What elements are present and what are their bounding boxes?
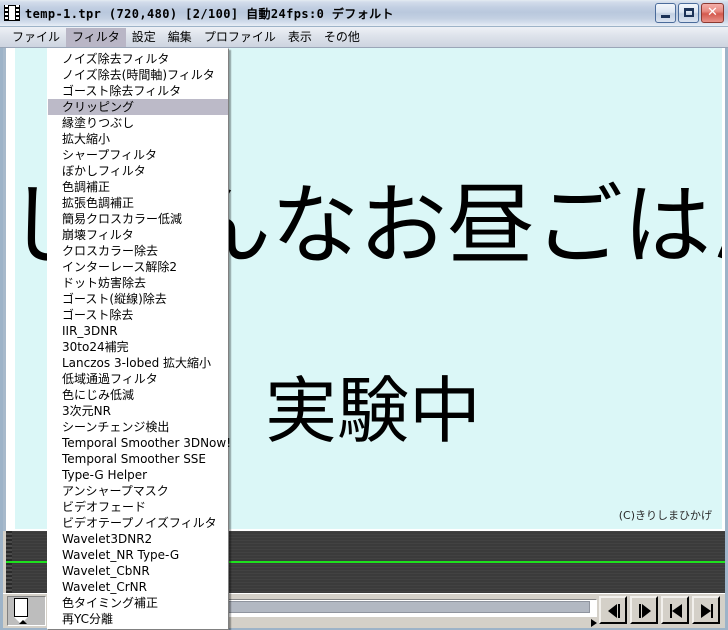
video-text-line-2: 実験中 (265, 369, 482, 453)
next-frame-button[interactable] (630, 596, 658, 624)
filter-menu-item-30[interactable]: Wavelet3DNR2 (48, 531, 228, 547)
jump-end-icon (701, 604, 713, 618)
slider-thumb[interactable] (14, 598, 28, 624)
application-window: temp-1.tpr (720,480) [2/100] 自動24fps:0 デ… (0, 0, 728, 630)
filter-menu-item-26[interactable]: Type-G Helper (48, 467, 228, 483)
filter-menu-item-32[interactable]: Wavelet_CbNR (48, 563, 228, 579)
filter-menu-item-7[interactable]: ぼかしフィルタ (48, 163, 228, 179)
minimize-icon (661, 15, 670, 18)
film-strip-icon (4, 5, 20, 21)
prev-frame-button[interactable] (599, 596, 627, 624)
timeline-end-arrow-icon (591, 619, 597, 627)
filter-menu-item-23[interactable]: シーンチェンジ検出 (48, 419, 228, 435)
minimize-button[interactable] (655, 3, 676, 23)
maximize-icon (684, 8, 694, 17)
filter-menu-item-1[interactable]: ノイズ除去(時間軸)フィルタ (48, 67, 228, 83)
filter-menu-item-21[interactable]: 色にじみ低減 (48, 387, 228, 403)
filter-menu-item-5[interactable]: 拡大縮小 (48, 131, 228, 147)
maximize-button[interactable] (678, 3, 699, 23)
filter-menu-item-9[interactable]: 拡張色調補正 (48, 195, 228, 211)
filter-menu-item-10[interactable]: 簡易クロスカラー低減 (48, 211, 228, 227)
filter-dropdown-menu[interactable]: ノイズ除去フィルタ ノイズ除去(時間軸)フィルタ ゴースト除去フィルタ クリッピング縁… (47, 48, 231, 630)
filter-menu-item-18[interactable]: 30to24補完 (48, 339, 228, 355)
filter-menu-item-29[interactable]: ビデオテープノイズフィルタ (48, 515, 228, 531)
filter-menu-item-22[interactable]: 3次元NR (48, 403, 228, 419)
filter-menu-item-34[interactable]: 色タイミング補正 (48, 595, 228, 611)
filter-menu-item-35[interactable]: 再YC分離 (48, 611, 228, 627)
filter-menu-item-28[interactable]: ビデオフェード (48, 499, 228, 515)
jump-start-button[interactable] (661, 596, 689, 624)
filter-menu-item-12[interactable]: クロスカラー除去 (48, 243, 228, 259)
prev-frame-icon (608, 604, 620, 618)
filter-menu-item-6[interactable]: シャープフィルタ (48, 147, 228, 163)
filter-menu-item-15[interactable]: ゴースト(縦線)除去 (48, 291, 228, 307)
menubar-item-5[interactable]: 表示 (282, 28, 318, 47)
title-bar[interactable]: temp-1.tpr (720,480) [2/100] 自動24fps:0 デ… (0, 0, 728, 27)
slider-tick-icon (19, 620, 27, 624)
menu-bar: ファイル フィルタ 設定 編集 プロファイル 表示 その他 (0, 27, 728, 48)
menubar-item-2[interactable]: 設定 (126, 28, 162, 47)
close-icon: ✕ (707, 5, 718, 20)
filter-menu-item-25[interactable]: Temporal Smoother SSE (48, 451, 228, 467)
next-frame-icon (639, 604, 651, 618)
filter-menu-item-8[interactable]: 色調補正 (48, 179, 228, 195)
menubar-item-3[interactable]: 編集 (162, 28, 198, 47)
window-title: temp-1.tpr (720,480) [2/100] 自動24fps:0 デ… (25, 6, 394, 21)
menubar-item-1[interactable]: フィルタ (66, 27, 126, 47)
filter-menu-item-0[interactable]: ノイズ除去フィルタ (48, 51, 228, 67)
filter-menu-item-33[interactable]: Wavelet_CrNR (48, 579, 228, 595)
filter-menu-item-14[interactable]: ドット妨害除去 (48, 275, 228, 291)
menubar-item-6[interactable]: その他 (318, 28, 366, 47)
filter-menu-item-19[interactable]: Lanczos 3-lobed 拡大縮小 (48, 355, 228, 371)
filter-menu-item-27[interactable]: アンシャープマスク (48, 483, 228, 499)
jump-end-button[interactable] (692, 596, 720, 624)
window-controls: ✕ (655, 3, 724, 23)
video-credit-text: (C)きりしまひかげ (618, 509, 712, 522)
filter-menu-item-16[interactable]: ゴースト除去 (48, 307, 228, 323)
filter-menu-item-4[interactable]: 縁塗りつぶし (48, 115, 228, 131)
filter-menu-item-20[interactable]: 低域通過フィルタ (48, 371, 228, 387)
filter-menu-item-31[interactable]: Wavelet_NR Type-G (48, 547, 228, 563)
filter-menu-item-13[interactable]: インターレース解除2 (48, 259, 228, 275)
menubar-item-4[interactable]: プロファイル (198, 28, 282, 47)
menubar-item-0[interactable]: ファイル (6, 28, 66, 47)
filter-menu-item-24[interactable]: Temporal Smoother 3DNow! (48, 435, 231, 451)
jump-start-icon (670, 604, 682, 618)
filter-menu-item-17[interactable]: IIR_3DNR (48, 323, 228, 339)
transport-controls (599, 596, 720, 624)
frame-position-slider[interactable] (7, 596, 46, 626)
filter-menu-item-3[interactable]: クリッピング (48, 99, 228, 115)
filter-menu-item-2[interactable]: ゴースト除去フィルタ (48, 83, 228, 99)
filter-menu-item-11[interactable]: 崩壊フィルタ (48, 227, 228, 243)
close-button[interactable]: ✕ (701, 3, 724, 23)
